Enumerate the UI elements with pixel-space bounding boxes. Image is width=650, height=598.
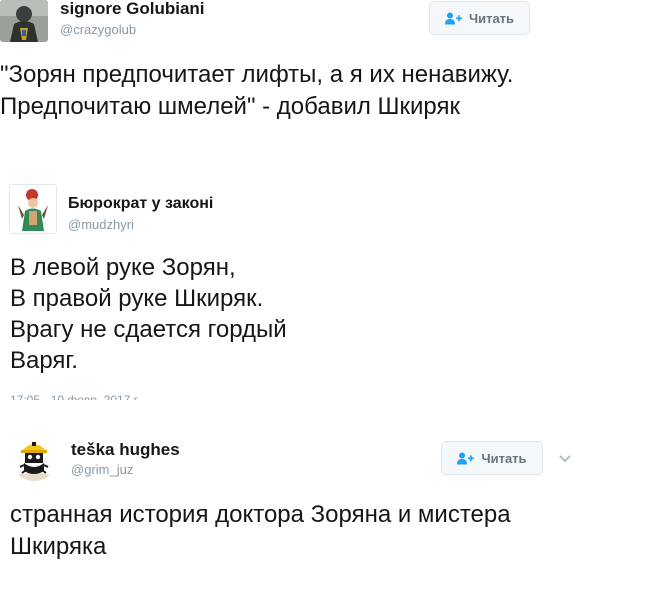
avatar-image	[10, 185, 56, 233]
user-name[interactable]: Бюрократ у законі	[68, 195, 213, 213]
avatar-image	[10, 433, 58, 481]
tweet: teška hughes @grim_juz Читать странная и…	[0, 425, 650, 598]
tweet-timestamp[interactable]: 17:05 - 10 февр. 2017 г.	[10, 393, 140, 400]
avatar[interactable]	[10, 433, 58, 481]
chevron-down-icon[interactable]	[557, 452, 573, 464]
tweet-text: "Зорян предпочитает лифты, а я их ненави…	[0, 61, 514, 120]
tweet-text: странная история доктора Зоряна и мистер…	[10, 501, 511, 560]
tweet: Бюрократ у законі @mudzhyri В левой руке…	[0, 182, 650, 402]
tweet-text: В левой руке Зорян, В правой руке Шкиряк…	[10, 254, 287, 374]
user-handle[interactable]: @crazygolub	[60, 22, 136, 37]
avatar[interactable]	[0, 0, 48, 42]
follow-button[interactable]: Читать	[429, 1, 530, 35]
avatar[interactable]	[9, 184, 57, 234]
add-user-icon	[444, 12, 462, 25]
user-handle[interactable]: @mudzhyri	[68, 217, 134, 232]
add-user-icon	[457, 452, 475, 465]
follow-button-label: Читать	[468, 10, 515, 26]
avatar-image	[0, 0, 48, 42]
user-name[interactable]: signore Golubiani	[60, 0, 205, 19]
follow-button-label: Читать	[481, 450, 527, 466]
user-name[interactable]: teška hughes	[71, 440, 180, 460]
tweet: signore Golubiani @crazygolub Читать "Зо…	[0, 0, 650, 160]
follow-button[interactable]: Читать	[441, 441, 543, 475]
user-handle[interactable]: @grim_juz	[71, 462, 133, 477]
